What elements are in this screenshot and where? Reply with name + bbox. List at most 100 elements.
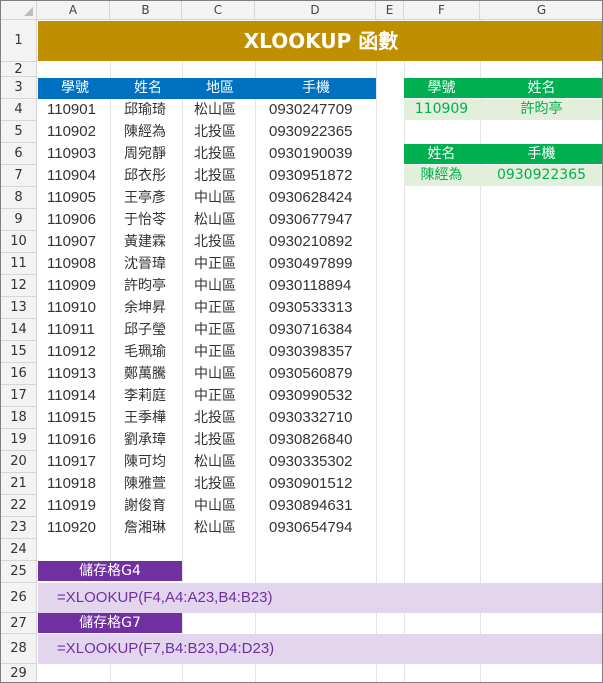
row-header-10[interactable]: 10	[1, 231, 37, 253]
cell-student-id[interactable]: 110902	[47, 121, 96, 143]
column-header-f[interactable]: F	[404, 1, 480, 20]
lookup2-header-phone[interactable]: 手機	[479, 144, 602, 164]
row-header-23[interactable]: 23	[1, 517, 37, 539]
cell-name[interactable]: 于怡苓	[124, 209, 166, 231]
formula-g7[interactable]: =XLOOKUP(F7,B4:B23,D4:D23)	[57, 634, 274, 664]
row-header-11[interactable]: 11	[1, 253, 37, 275]
row-header-26[interactable]: 26	[1, 583, 37, 613]
cell-phone[interactable]: 0930560879	[269, 363, 352, 385]
cell-name[interactable]: 余坤昇	[124, 297, 166, 319]
cell-district[interactable]: 中山區	[194, 363, 236, 385]
cell-phone[interactable]: 0930247709	[269, 99, 352, 121]
cell-student-id[interactable]: 110910	[47, 297, 96, 319]
lookup1-header-name[interactable]: 姓名	[479, 78, 602, 98]
cell-name[interactable]: 王亭彥	[124, 187, 166, 209]
row-header-25[interactable]: 25	[1, 561, 37, 583]
column-header-a[interactable]: A	[37, 1, 110, 20]
formula-g4[interactable]: =XLOOKUP(F4,A4:A23,B4:B23)	[57, 583, 273, 613]
cell-phone[interactable]: 0930677947	[269, 209, 352, 231]
cell-district[interactable]: 松山區	[194, 451, 236, 473]
row-header-17[interactable]: 17	[1, 385, 37, 407]
cell-student-id[interactable]: 110914	[47, 385, 96, 407]
row-header-16[interactable]: 16	[1, 363, 37, 385]
cell-phone[interactable]: 0930398357	[269, 341, 352, 363]
lookup1-header-id[interactable]: 學號	[404, 78, 479, 98]
sheet-title[interactable]: XLOOKUP 函數	[38, 21, 602, 61]
row-header-15[interactable]: 15	[1, 341, 37, 363]
header-student-id[interactable]: 學號	[38, 78, 112, 99]
cell-student-id[interactable]: 110906	[47, 209, 96, 231]
cell-district[interactable]: 松山區	[194, 209, 236, 231]
cell-g4[interactable]: 許昀亭	[479, 99, 602, 120]
row-header-27[interactable]: 27	[1, 613, 37, 634]
cell-phone[interactable]: 0930118894	[269, 275, 351, 297]
cell-student-id[interactable]: 110918	[47, 473, 96, 495]
row-header-13[interactable]: 13	[1, 297, 37, 319]
cell-student-id[interactable]: 110920	[47, 517, 96, 539]
cell-name[interactable]: 邱瑜琦	[124, 99, 166, 121]
row-header-1[interactable]: 1	[1, 20, 37, 62]
cell-name[interactable]: 謝俊育	[124, 495, 166, 517]
cell-phone[interactable]: 0930332710	[269, 407, 352, 429]
cell-district[interactable]: 中正區	[194, 319, 236, 341]
row-header-28[interactable]: 28	[1, 634, 37, 664]
cell-student-id[interactable]: 110905	[47, 187, 96, 209]
column-header-g[interactable]: G	[480, 1, 602, 20]
cell-district[interactable]: 北投區	[194, 473, 236, 495]
cell-district[interactable]: 中正區	[194, 297, 236, 319]
cell-name[interactable]: 沈晉瑋	[124, 253, 166, 275]
cell-district[interactable]: 北投區	[194, 121, 236, 143]
cell-district[interactable]: 北投區	[194, 143, 236, 165]
cell-district[interactable]: 中正區	[194, 253, 236, 275]
row-header-5[interactable]: 5	[1, 121, 37, 143]
cell-name[interactable]: 李莉庭	[124, 385, 166, 407]
cell-student-id[interactable]: 110911	[47, 319, 95, 341]
cell-phone[interactable]: 0930894631	[269, 495, 352, 517]
column-header-b[interactable]: B	[110, 1, 182, 20]
cell-name[interactable]: 許昀亭	[124, 275, 166, 297]
cell-district[interactable]: 北投區	[194, 231, 236, 253]
row-header-18[interactable]: 18	[1, 407, 37, 429]
cell-name[interactable]: 鄭萬騰	[124, 363, 166, 385]
cell-name[interactable]: 劉承璋	[124, 429, 166, 451]
cell-phone[interactable]: 0930990532	[269, 385, 352, 407]
cell-district[interactable]: 北投區	[194, 165, 236, 187]
cell-district[interactable]: 中山區	[194, 275, 236, 297]
row-header-8[interactable]: 8	[1, 187, 37, 209]
lookup2-header-name[interactable]: 姓名	[404, 144, 479, 164]
cell-name[interactable]: 毛珮瑜	[124, 341, 166, 363]
row-header-6[interactable]: 6	[1, 143, 37, 165]
cell-phone[interactable]: 0930533313	[269, 297, 352, 319]
cell-student-id[interactable]: 110908	[47, 253, 96, 275]
cell-district[interactable]: 中山區	[194, 187, 236, 209]
cell-student-id[interactable]: 110907	[47, 231, 96, 253]
cell-phone[interactable]: 0930826840	[269, 429, 352, 451]
select-all-corner[interactable]	[1, 1, 37, 20]
cell-name[interactable]: 黃建霖	[124, 231, 166, 253]
row-header-19[interactable]: 19	[1, 429, 37, 451]
row-header-7[interactable]: 7	[1, 165, 37, 187]
cell-district[interactable]: 中山區	[194, 495, 236, 517]
row-header-9[interactable]: 9	[1, 209, 37, 231]
cell-phone[interactable]: 0930716384	[269, 319, 352, 341]
cell-name[interactable]: 陳經為	[124, 121, 166, 143]
cell-district[interactable]: 北投區	[194, 429, 236, 451]
cell-phone[interactable]: 0930654794	[269, 517, 352, 539]
cell-district[interactable]: 北投區	[194, 407, 236, 429]
cell-student-id[interactable]: 110915	[47, 407, 96, 429]
cell-student-id[interactable]: 110917	[47, 451, 96, 473]
cell-name[interactable]: 邱子瑩	[124, 319, 166, 341]
cell-name[interactable]: 邱衣彤	[124, 165, 166, 187]
cell-name[interactable]: 周宛靜	[124, 143, 166, 165]
column-header-c[interactable]: C	[182, 1, 255, 20]
column-header-d[interactable]: D	[255, 1, 376, 20]
row-header-3[interactable]: 3	[1, 77, 37, 99]
cell-district[interactable]: 松山區	[194, 517, 236, 539]
cell-f4[interactable]: 110909	[404, 99, 479, 120]
row-header-22[interactable]: 22	[1, 495, 37, 517]
cell-phone[interactable]: 0930497899	[269, 253, 352, 275]
cell-phone[interactable]: 0930901512	[269, 473, 352, 495]
row-header-14[interactable]: 14	[1, 319, 37, 341]
cell-g7[interactable]: 0930922365	[479, 165, 602, 186]
cell-student-id[interactable]: 110909	[47, 275, 96, 297]
